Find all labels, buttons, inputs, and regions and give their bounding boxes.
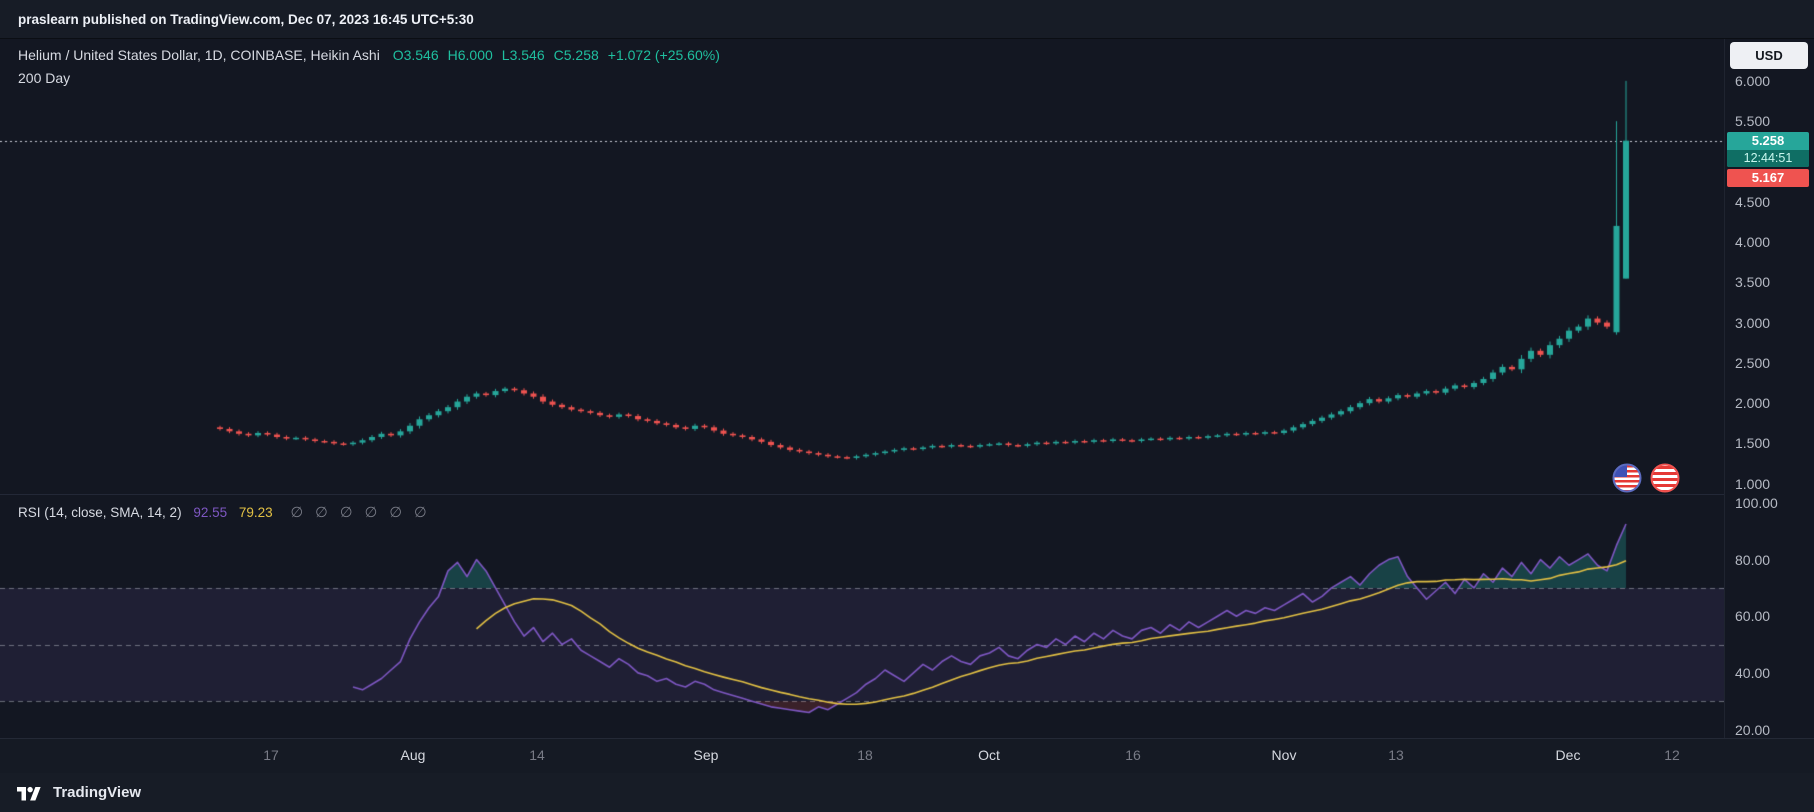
time-axis[interactable]: 17 Aug 14 Sep 18 Oct 16 Nov 13 Dec 12 <box>0 738 1814 773</box>
time-label: Oct <box>978 739 1000 772</box>
main-price-pane: Helium / United States Dollar, 1D, COINB… <box>0 39 1724 495</box>
time-label: Nov <box>1272 739 1297 772</box>
price-tick-label: 6.000 <box>1735 73 1770 89</box>
rsi-legend: RSI (14, close, SMA, 14, 2) 92.55 79.23 … <box>18 505 427 521</box>
price-tick-label: 100.00 <box>1735 495 1778 511</box>
time-label: 17 <box>263 739 279 772</box>
main-chart-canvas[interactable] <box>0 39 1724 495</box>
time-label: Aug <box>401 739 426 772</box>
chart-legend: Helium / United States Dollar, 1D, COINB… <box>18 47 720 63</box>
time-label: Dec <box>1556 739 1581 772</box>
ohlc-close: C5.258 <box>554 47 599 63</box>
time-label: 16 <box>1125 739 1141 772</box>
ohlc-low: L3.546 <box>502 47 545 63</box>
publish-bar: praslearn published on TradingView.com, … <box>0 0 1814 39</box>
rsi-value: 92.55 <box>193 505 227 520</box>
prev-price-badge: 5.167 <box>1727 169 1809 187</box>
price-tick-label: 2.000 <box>1735 395 1770 411</box>
time-label: Sep <box>694 739 719 772</box>
countdown-timer: 12:44:51 <box>1727 150 1809 167</box>
rsi-canvas[interactable] <box>0 495 1724 738</box>
rsi-empty-values: ∅ ∅ ∅ ∅ ∅ ∅ <box>290 505 426 521</box>
last-price-badge: 5.258 12:44:51 <box>1727 132 1809 167</box>
price-tick-label: 4.000 <box>1735 234 1770 250</box>
price-tick-label: 2.500 <box>1735 355 1770 371</box>
price-tick-label: 4.500 <box>1735 194 1770 210</box>
price-tick-label: 1.000 <box>1735 476 1770 492</box>
price-tick-label: 3.500 <box>1735 274 1770 290</box>
symbol-title: Helium / United States Dollar, 1D, COINB… <box>18 47 380 63</box>
price-tick-label: 40.00 <box>1735 665 1770 681</box>
price-axis[interactable]: USD 5.258 12:44:51 5.167 6.000 5.500 4.500… <box>1724 39 1814 738</box>
footer-bar: TradingView <box>0 773 1814 812</box>
rsi-sma-value: 79.23 <box>239 505 273 520</box>
price-tick-label: 60.00 <box>1735 608 1770 624</box>
time-label: 12 <box>1664 739 1680 772</box>
time-label: 13 <box>1388 739 1404 772</box>
rsi-pane: RSI (14, close, SMA, 14, 2) 92.55 79.23 … <box>0 495 1724 738</box>
ohlc-high: H6.000 <box>448 47 493 63</box>
price-tick-label: 20.00 <box>1735 722 1770 738</box>
price-tick-label: 1.500 <box>1735 435 1770 451</box>
time-label: 18 <box>857 739 873 772</box>
ohlc-values: O3.546 H6.000 L3.546 C5.258 +1.072 (+25.60%) <box>384 47 720 63</box>
last-price-value: 5.258 <box>1727 132 1809 150</box>
rsi-title: RSI (14, close, SMA, 14, 2) <box>18 505 182 520</box>
footer-brand[interactable]: TradingView <box>53 784 141 801</box>
price-change: +1.072 (+25.60%) <box>608 47 720 63</box>
time-label: 14 <box>529 739 545 772</box>
usd-button[interactable]: USD <box>1730 42 1808 69</box>
event-flag-icon-1[interactable] <box>1612 463 1642 493</box>
event-flag-icon-2[interactable] <box>1650 463 1680 493</box>
ohlc-open: O3.546 <box>393 47 439 63</box>
price-tick-label: 3.000 <box>1735 315 1770 331</box>
tradingview-published-chart: praslearn published on TradingView.com, … <box>0 0 1814 812</box>
price-tick-label: 5.500 <box>1735 113 1770 129</box>
price-tick-label: 80.00 <box>1735 552 1770 568</box>
publish-text: praslearn published on TradingView.com, … <box>18 12 474 27</box>
range-label: 200 Day <box>18 70 70 86</box>
tradingview-logo-icon <box>14 782 44 804</box>
